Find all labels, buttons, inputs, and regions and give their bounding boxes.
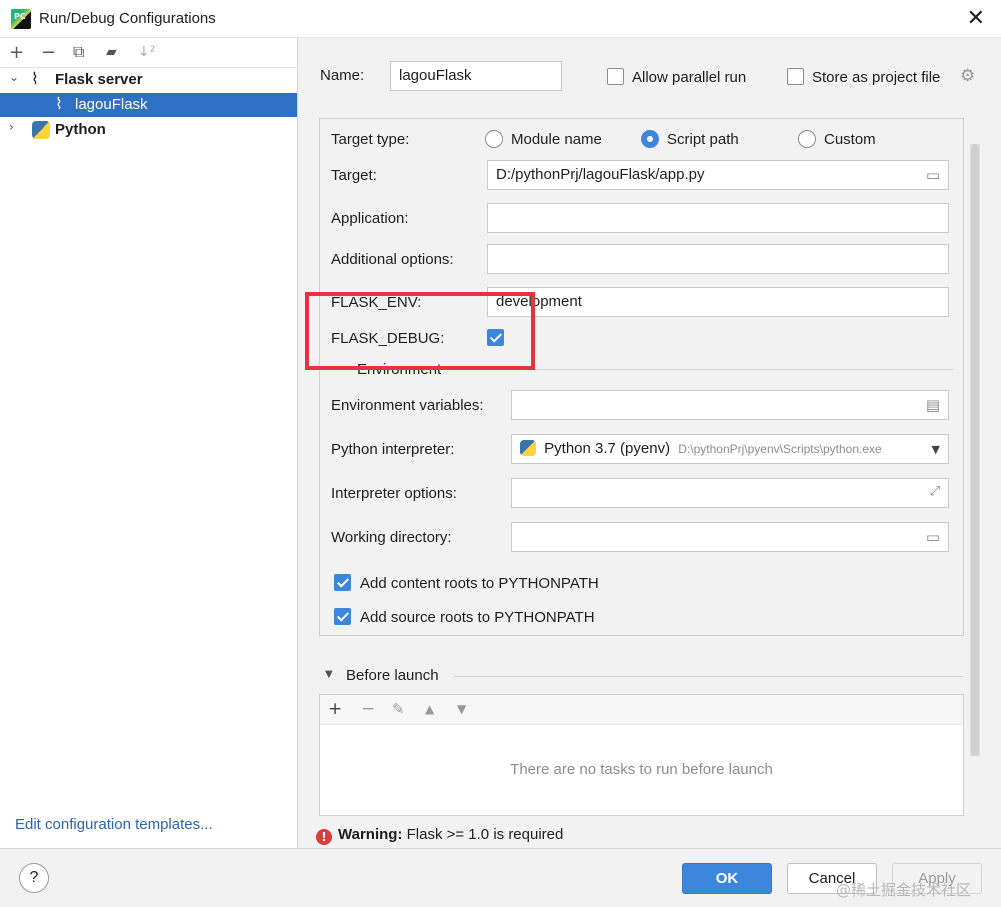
move-up-icon[interactable]: ▲: [425, 702, 434, 716]
chevron-right-icon[interactable]: ›: [9, 120, 14, 134]
document-icon[interactable]: ▤: [926, 396, 940, 414]
interpreter-name: Python 3.7 (pyenv): [544, 440, 671, 457]
tree-toolbar: + − ⧉ ▰ ↓²: [0, 38, 298, 68]
folder-icon[interactable]: ▭: [926, 528, 940, 546]
application-label: Application:: [331, 210, 409, 227]
tree-group-python[interactable]: › Python: [0, 118, 297, 142]
edit-configuration-templates-link[interactable]: Edit configuration templates...: [15, 816, 213, 833]
additional-options-input[interactable]: [487, 244, 949, 274]
before-launch-toolbar: + − ✎ ▲ ▼: [320, 695, 963, 725]
highlight-annotation-box: [305, 292, 535, 370]
ok-button[interactable]: OK: [682, 863, 772, 894]
allow-parallel-run-checkbox[interactable]: [607, 68, 624, 85]
title-bar: PC Run/Debug Configurations ✕: [0, 0, 1001, 38]
scrollbar-thumb[interactable]: [971, 144, 979, 756]
script-path-radio[interactable]: [641, 130, 659, 148]
remove-icon[interactable]: −: [361, 699, 375, 719]
interpreter-options-label: Interpreter options:: [331, 485, 457, 502]
tree-group-label: Flask server: [55, 71, 143, 88]
add-content-roots-checkbox[interactable]: [334, 574, 351, 591]
script-path-label: Script path: [667, 131, 739, 148]
flask-icon: ⌇: [55, 94, 63, 113]
copy-icon[interactable]: ⧉: [73, 42, 84, 62]
tree-group-flask-server[interactable]: ⌄ ⌇ Flask server: [0, 68, 297, 92]
custom-label: Custom: [824, 131, 876, 148]
expand-icon[interactable]: ⤢: [930, 484, 940, 499]
chevron-down-icon[interactable]: ⌄: [9, 70, 19, 84]
remove-icon[interactable]: −: [41, 42, 56, 63]
chevron-down-icon[interactable]: ▼: [325, 669, 333, 680]
environment-variables-input[interactable]: ▤: [511, 390, 949, 420]
working-directory-label: Working directory:: [331, 529, 452, 546]
name-input[interactable]: lagouFlask: [390, 61, 562, 91]
pycharm-app-icon: PC: [11, 9, 31, 29]
add-icon[interactable]: +: [9, 42, 24, 63]
configuration-tree-panel: + − ⧉ ▰ ↓² ⌄ ⌇ Flask server ⌇ lagouFlask…: [0, 38, 298, 848]
working-directory-input[interactable]: ▭: [511, 522, 949, 552]
tree-item-label: lagouFlask: [75, 96, 148, 113]
python-icon: [32, 121, 50, 139]
configuration-editor: Name: lagouFlask Allow parallel run Stor…: [298, 38, 1001, 848]
watermark: @稀土掘金技术社区: [836, 881, 972, 899]
edit-icon[interactable]: ✎: [392, 700, 405, 718]
close-icon[interactable]: ✕: [967, 6, 985, 31]
before-launch-panel: + − ✎ ▲ ▼ There are no tasks to run befo…: [319, 694, 964, 816]
interpreter-path: D:\pythonPrj\pyenv\Scripts\python.exe: [678, 442, 882, 456]
target-type-label: Target type:: [331, 131, 410, 148]
interpreter-options-input[interactable]: ⤢: [511, 478, 949, 508]
add-icon[interactable]: +: [328, 699, 342, 719]
target-label: Target:: [331, 167, 377, 184]
name-label: Name:: [320, 67, 365, 84]
add-content-roots-label: Add content roots to PYTHONPATH: [360, 575, 599, 592]
python-interpreter-label: Python interpreter:: [331, 441, 455, 458]
module-name-radio[interactable]: [485, 130, 503, 148]
dialog-button-bar: ? OK Cancel Apply @稀土掘金技术社区: [0, 848, 1001, 907]
gear-icon[interactable]: ⚙: [960, 66, 975, 86]
help-button[interactable]: ?: [19, 863, 49, 893]
window-title: Run/Debug Configurations: [39, 10, 216, 27]
store-as-project-file-checkbox[interactable]: [787, 68, 804, 85]
chevron-down-icon[interactable]: ▼: [932, 443, 940, 456]
vertical-scrollbar[interactable]: [970, 144, 980, 756]
application-input[interactable]: [487, 203, 949, 233]
section-divider: [454, 676, 963, 677]
flask-icon: ⌇: [31, 69, 39, 88]
add-source-roots-checkbox[interactable]: [334, 608, 351, 625]
move-down-icon[interactable]: ▼: [457, 702, 466, 716]
python-icon: [520, 440, 536, 456]
folder-icon[interactable]: ▭: [926, 166, 940, 184]
target-input[interactable]: D:/pythonPrj/lagouFlask/app.py ▭: [487, 160, 949, 190]
tree-group-label: Python: [55, 121, 106, 138]
empty-tasks-message: There are no tasks to run before launch: [510, 761, 773, 778]
target-value: D:/pythonPrj/lagouFlask/app.py: [496, 166, 705, 183]
folder-icon[interactable]: ▰: [106, 44, 117, 60]
environment-variables-label: Environment variables:: [331, 397, 484, 414]
sort-icon[interactable]: ↓²: [138, 44, 155, 60]
tree-item-lagouflask[interactable]: ⌇ lagouFlask: [0, 93, 297, 117]
additional-options-label: Additional options:: [331, 251, 454, 268]
module-name-label: Module name: [511, 131, 602, 148]
before-launch-title[interactable]: Before launch: [346, 667, 439, 684]
warning-message: ! Warning: Flask >= 1.0 is required: [316, 826, 563, 845]
add-source-roots-label: Add source roots to PYTHONPATH: [360, 609, 595, 626]
flask-env-input[interactable]: development: [487, 287, 949, 317]
warning-text: Flask >= 1.0 is required: [402, 826, 564, 843]
store-as-project-file-label: Store as project file: [812, 69, 941, 86]
error-icon: !: [316, 829, 332, 845]
allow-parallel-run-label: Allow parallel run: [632, 69, 747, 86]
warning-label: Warning:: [338, 826, 403, 843]
custom-radio[interactable]: [798, 130, 816, 148]
python-interpreter-select[interactable]: Python 3.7 (pyenv) D:\pythonPrj\pyenv\Sc…: [511, 434, 949, 464]
